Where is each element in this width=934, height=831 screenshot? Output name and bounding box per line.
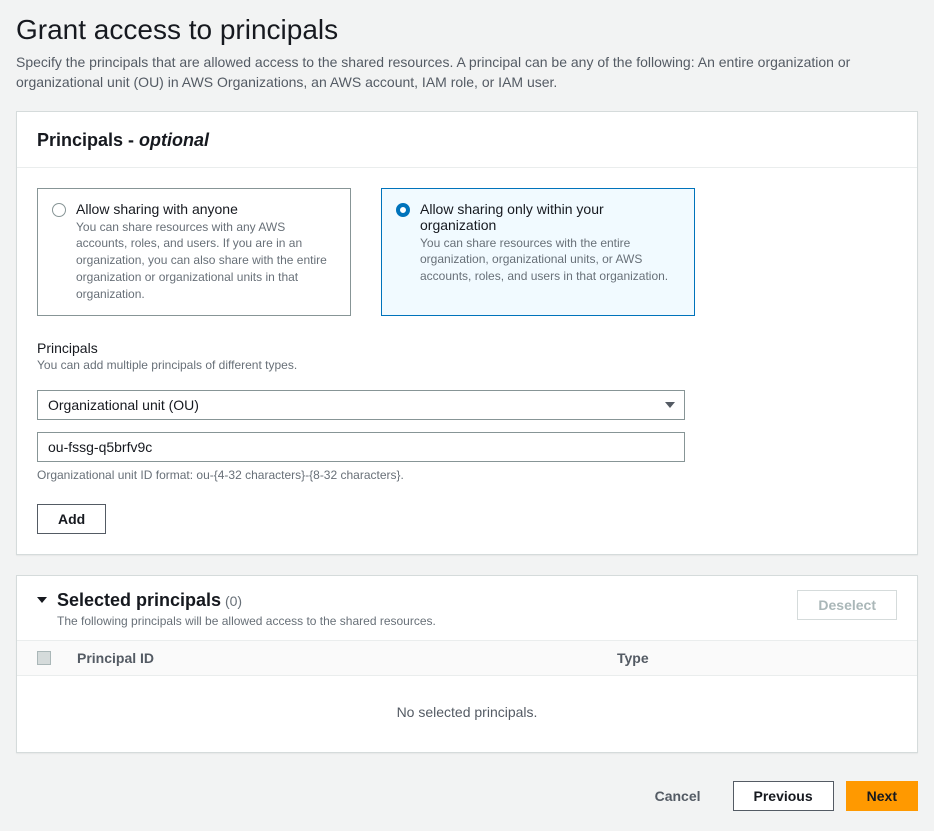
selected-principals-panel: Selected principals (0) The following pr… — [16, 575, 918, 753]
radio-icon — [396, 203, 410, 217]
next-button[interactable]: Next — [846, 781, 918, 811]
collapse-triangle-icon[interactable] — [37, 597, 47, 603]
option-allow-organization[interactable]: Allow sharing only within your organizat… — [381, 188, 695, 316]
column-principal-id: Principal ID — [77, 650, 617, 666]
empty-table-message: No selected principals. — [17, 676, 917, 752]
principals-title-optional: optional — [139, 130, 209, 150]
page-title: Grant access to principals — [16, 14, 918, 46]
chevron-down-icon — [665, 402, 675, 408]
principal-type-select[interactable]: Organizational unit (OU) — [37, 390, 685, 420]
option-org-title: Allow sharing only within your organizat… — [420, 201, 680, 233]
option-anyone-desc: You can share resources with any AWS acc… — [76, 219, 336, 303]
principals-panel-header: Principals - optional — [17, 112, 917, 168]
principals-field-help: You can add multiple principals of diffe… — [37, 358, 897, 372]
selected-principals-title: Selected principals — [57, 590, 221, 610]
radio-icon — [52, 203, 66, 217]
format-hint: Organizational unit ID format: ou-{4-32 … — [37, 468, 897, 482]
principals-field-label: Principals — [37, 340, 897, 356]
selected-table-header: Principal ID Type — [17, 640, 917, 676]
option-anyone-title: Allow sharing with anyone — [76, 201, 336, 217]
selected-principals-desc: The following principals will be allowed… — [57, 614, 436, 628]
column-type: Type — [617, 650, 897, 666]
option-org-desc: You can share resources with the entire … — [420, 235, 680, 285]
selected-principals-count: (0) — [225, 593, 242, 609]
option-allow-anyone[interactable]: Allow sharing with anyone You can share … — [37, 188, 351, 316]
cancel-button[interactable]: Cancel — [635, 782, 721, 810]
add-button[interactable]: Add — [37, 504, 106, 534]
footer-actions: Cancel Previous Next — [16, 773, 918, 811]
principals-title-prefix: Principals - — [37, 130, 139, 150]
principals-panel: Principals - optional Allow sharing with… — [16, 111, 918, 555]
page-description: Specify the principals that are allowed … — [16, 52, 918, 93]
deselect-button[interactable]: Deselect — [797, 590, 897, 620]
principal-id-input[interactable] — [37, 432, 685, 462]
select-all-checkbox[interactable] — [37, 651, 51, 665]
previous-button[interactable]: Previous — [733, 781, 834, 811]
principal-type-select-value: Organizational unit (OU) — [37, 390, 685, 420]
